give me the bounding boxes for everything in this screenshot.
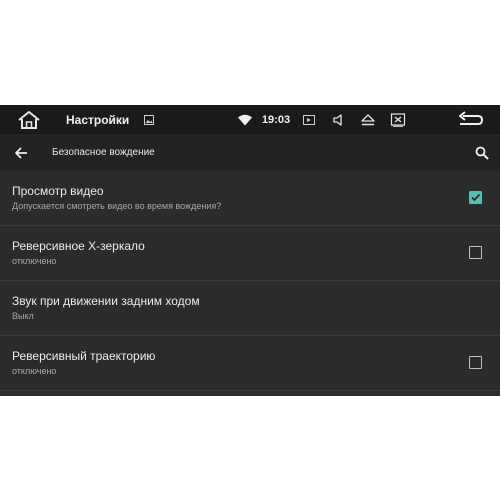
home-icon[interactable] <box>12 105 46 134</box>
setting-reverse-sound[interactable]: Звук при движении задним ходом Выкл <box>0 281 500 336</box>
setting-video-playback[interactable]: Просмотр видео Допускается смотреть виде… <box>0 171 500 226</box>
setting-title: Реверсивный траекторию <box>12 349 156 363</box>
reverse-mirror-checkbox[interactable] <box>469 246 482 259</box>
back-icon[interactable] <box>454 105 486 134</box>
setting-reverse-trajectory[interactable]: Реверсивный траекторию отключено <box>0 336 500 391</box>
reverse-trajectory-checkbox[interactable] <box>469 356 482 369</box>
search-icon[interactable] <box>472 134 492 171</box>
arrow-left-icon[interactable] <box>10 134 32 171</box>
setting-subtitle: отключено <box>12 256 57 266</box>
setting-title: Просмотр видео <box>12 184 104 198</box>
setting-title: Реверсивное X-зеркало <box>12 239 145 253</box>
setting-subtitle: Допускается смотреть видео во время вожд… <box>12 201 222 211</box>
setting-title: Звук при движении задним ходом <box>12 294 200 308</box>
setting-subtitle: отключено <box>12 366 57 376</box>
setting-subtitle: Выкл <box>12 311 34 321</box>
eject-icon[interactable] <box>358 105 378 134</box>
image-icon <box>142 105 156 134</box>
clock: 19:03 <box>261 113 291 126</box>
media-icon[interactable] <box>301 105 317 134</box>
video-playback-checkbox[interactable] <box>469 191 482 204</box>
app-toolbar: Безопасное вождение <box>0 134 500 171</box>
volume-icon[interactable] <box>330 105 348 134</box>
close-box-icon[interactable] <box>388 105 408 134</box>
app-title: Настройки <box>66 112 130 127</box>
wifi-icon <box>236 105 254 134</box>
setting-reverse-mirror[interactable]: Реверсивное X-зеркало отключено <box>0 226 500 281</box>
android-screen: Настройки 19:03 Безопасное вождение Прос… <box>0 105 500 396</box>
page-title: Безопасное вождение <box>52 147 155 158</box>
status-bar: Настройки 19:03 <box>0 105 500 134</box>
